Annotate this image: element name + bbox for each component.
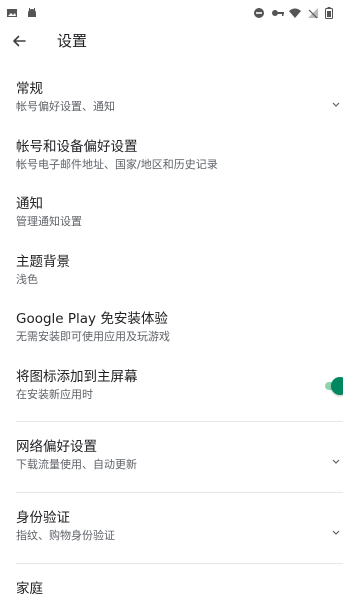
page-title: 设置 bbox=[57, 32, 88, 50]
item-title: 网络偏好设置 bbox=[16, 439, 97, 455]
chevron-down-icon bbox=[332, 93, 340, 107]
settings-item-network[interactable]: 网络偏好设置 下载流量使用、自动更新 bbox=[16, 439, 340, 472]
item-title: 家庭 bbox=[16, 581, 43, 597]
settings-item-family[interactable]: 家庭 bbox=[16, 581, 334, 598]
image-icon bbox=[6, 4, 18, 17]
settings-item-account-device[interactable]: 帐号和设备偏好设置 帐号电子邮件地址、国家/地区和历史记录 bbox=[16, 139, 334, 172]
item-subtitle: 无需安装即可使用应用及玩游戏 bbox=[16, 330, 170, 343]
divider bbox=[16, 421, 343, 422]
no-signal-icon bbox=[307, 4, 319, 19]
item-title: 将图标添加到主屏幕 bbox=[16, 369, 138, 385]
settings-item-add-icon-home[interactable]: 将图标添加到主屏幕 在安装新应用时 bbox=[16, 369, 316, 402]
item-title: 通知 bbox=[16, 196, 43, 212]
item-subtitle: 帐号偏好设置、通知 bbox=[16, 100, 115, 113]
key-icon bbox=[271, 4, 284, 16]
item-subtitle: 管理通知设置 bbox=[16, 215, 82, 228]
item-title: 主题背景 bbox=[16, 254, 70, 270]
app-bar: 设置 bbox=[0, 26, 343, 56]
divider bbox=[16, 492, 343, 493]
item-subtitle: 指纹、购物身份验证 bbox=[16, 529, 115, 542]
item-subtitle: 下载流量使用、自动更新 bbox=[16, 458, 137, 471]
item-title: 身份验证 bbox=[16, 510, 70, 526]
divider bbox=[16, 563, 343, 564]
minus-circle-icon bbox=[253, 4, 265, 18]
battery-icon bbox=[325, 4, 337, 19]
toggle-thumb bbox=[331, 377, 343, 395]
item-subtitle: 帐号电子邮件地址、国家/地区和历史记录 bbox=[16, 158, 218, 171]
status-bar bbox=[0, 0, 343, 20]
chevron-down-icon bbox=[332, 450, 340, 464]
settings-item-general[interactable]: 常规 帐号偏好设置、通知 bbox=[16, 81, 340, 114]
item-title: 常规 bbox=[16, 81, 43, 97]
settings-item-instant-apps[interactable]: Google Play 免安装体验 无需安装即可使用应用及玩游戏 bbox=[16, 311, 334, 344]
back-arrow-icon[interactable] bbox=[10, 32, 28, 50]
add-icon-home-toggle[interactable] bbox=[325, 377, 343, 395]
wifi-icon bbox=[289, 4, 301, 18]
settings-item-authentication[interactable]: 身份验证 指纹、购物身份验证 bbox=[16, 510, 340, 543]
item-subtitle: 在安装新应用时 bbox=[16, 388, 93, 401]
item-title: Google Play 免安装体验 bbox=[16, 311, 168, 327]
android-icon bbox=[26, 4, 38, 17]
chevron-down-icon bbox=[332, 521, 340, 535]
item-subtitle: 浅色 bbox=[16, 273, 38, 286]
item-title: 帐号和设备偏好设置 bbox=[16, 139, 138, 155]
settings-item-theme[interactable]: 主题背景 浅色 bbox=[16, 254, 334, 287]
settings-item-notifications[interactable]: 通知 管理通知设置 bbox=[16, 196, 334, 229]
